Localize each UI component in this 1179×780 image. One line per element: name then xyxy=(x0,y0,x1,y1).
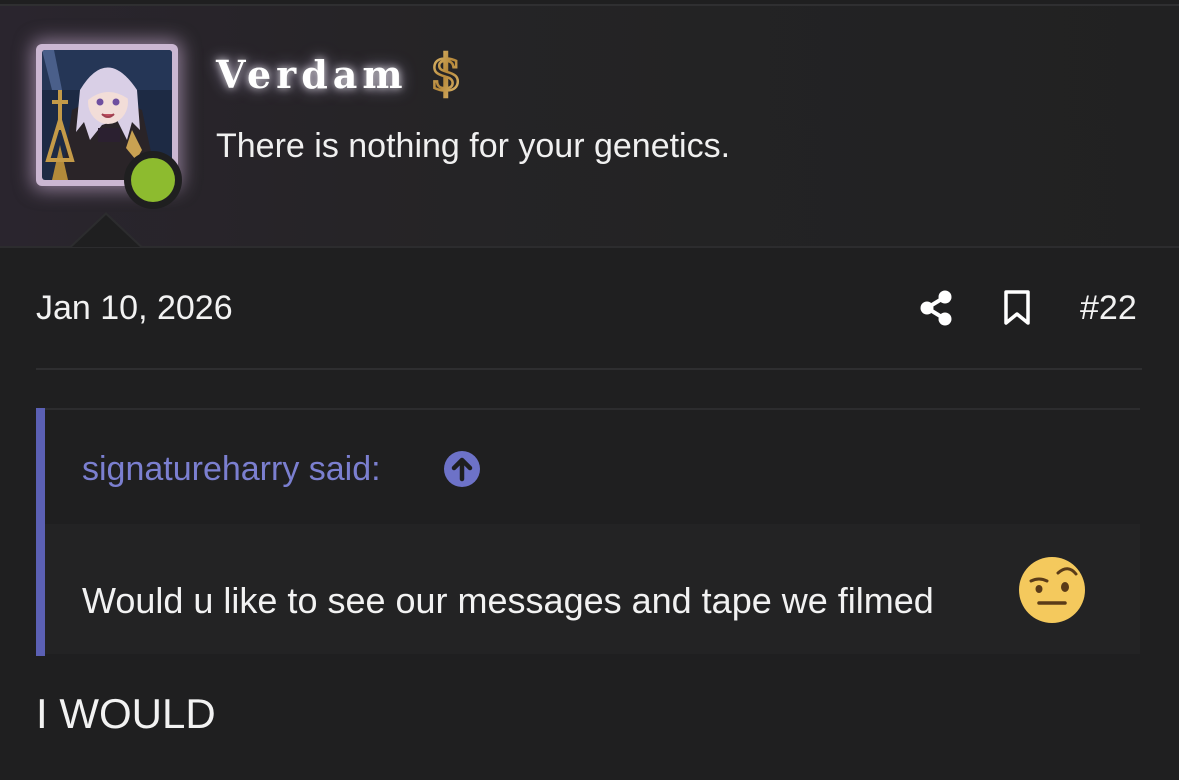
meta-divider xyxy=(36,368,1142,370)
svg-text:$: $ xyxy=(430,44,462,100)
header-pointer xyxy=(72,215,140,247)
user-title: There is nothing for your genetics. xyxy=(216,127,731,165)
quote-accent-bar xyxy=(36,408,45,656)
jump-to-quote-icon[interactable] xyxy=(443,450,481,488)
bookmark-icon[interactable] xyxy=(1002,289,1032,327)
user-header-divider xyxy=(0,246,1179,248)
online-status-indicator xyxy=(124,151,182,209)
post-date[interactable]: Jan 10, 2026 xyxy=(36,289,233,328)
quote-author[interactable]: signatureharry said: xyxy=(82,450,381,489)
post-number-link[interactable]: #22 xyxy=(1080,289,1137,328)
share-icon[interactable] xyxy=(918,289,954,327)
post-body-text: I WOULD xyxy=(36,690,216,737)
quote-text: Would u like to see our messages and tap… xyxy=(82,580,934,621)
dollar-sign-icon: $ xyxy=(429,44,463,100)
face-with-raised-eyebrow-icon xyxy=(1019,557,1085,623)
username[interactable]: Verdam xyxy=(216,52,408,97)
